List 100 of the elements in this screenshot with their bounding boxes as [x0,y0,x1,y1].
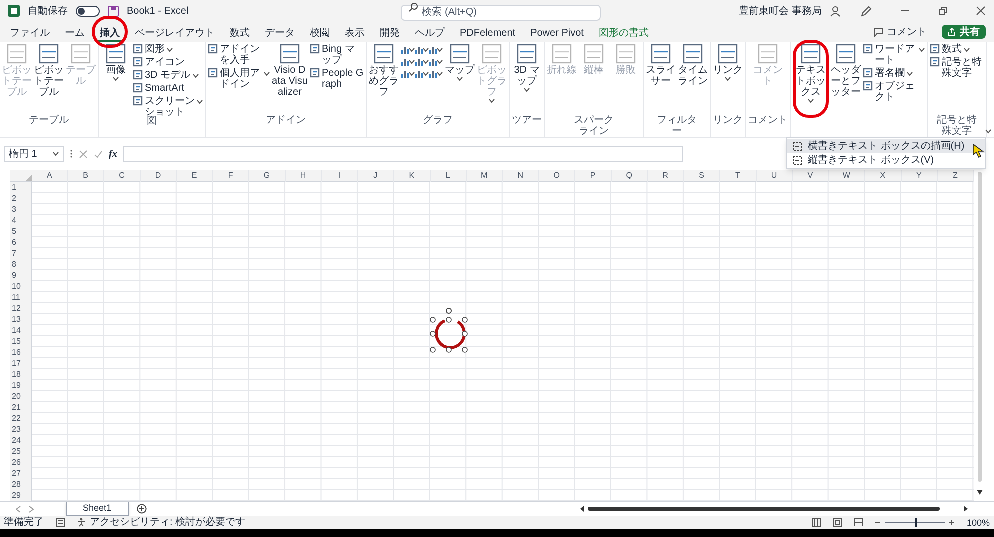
document-icon [71,44,91,64]
ribbon-button[interactable]: ヘッダーとフッター [831,42,861,98]
row-header: 21 [11,402,22,413]
plus-circle-icon [136,504,147,514]
chart-type-button[interactable] [415,58,429,66]
menu-item[interactable]: 縦書きテキスト ボックス(V) [787,153,985,167]
ribbon-button[interactable]: 3D マップ [512,42,542,92]
restore-icon [938,6,948,16]
add-sheet-button[interactable] [136,504,147,514]
column-header: V [792,170,830,182]
ribbon-button[interactable]: ワードアート [863,44,925,66]
column-header: R [648,170,684,182]
document-icon [106,44,126,64]
chart-type-button[interactable] [429,70,443,78]
chart-type-button[interactable] [401,46,415,54]
document-icon [7,44,27,64]
caret-icon [264,72,270,76]
row-header: 4 [11,215,18,226]
group-label: ツアー [512,115,542,126]
caret-icon [808,99,814,103]
caret-icon [437,72,443,76]
name-box-value: 楕円 1 [9,148,38,162]
menu-item[interactable]: 横書きテキスト ボックスの描画(H) [787,139,985,153]
ribbon-tab[interactable]: 校閲 [308,27,332,42]
row-header: 2 [11,193,18,204]
column-header: Z [938,170,974,182]
ribbon-tab[interactable]: Power Pivot [528,27,586,42]
caret-icon [457,77,463,81]
row-header: 8 [11,259,18,270]
ribbon-button[interactable]: 個人用アドイン [208,68,270,90]
ribbon-button[interactable]: ピボットテーブル [34,42,64,98]
ribbon-tab[interactable]: ページレイアウト [133,27,217,42]
formula-input[interactable] [123,146,684,162]
ribbon-tab[interactable]: ーム [63,27,87,42]
ribbon-button[interactable]: マップ [445,42,475,81]
row-header: 29 [11,490,22,501]
name-box[interactable]: 楕円 1 [4,146,64,162]
next-sheet-icon [29,506,34,512]
sheet-tab[interactable]: Sheet1 [66,502,129,516]
ribbon-button[interactable]: 記号と特殊文字 [930,57,984,79]
accessibility-icon [77,518,86,527]
document-icon [133,70,143,80]
ribbon-button[interactable]: 図形 [133,44,173,55]
ribbon-button[interactable]: タイムライン [678,42,708,87]
ribbon-button[interactable]: リンク [713,42,743,81]
function-label: fx [109,148,118,162]
search-field[interactable]: 検索 (Alt+Q) [401,4,602,20]
ribbon-button[interactable]: People Graph [310,68,364,90]
file-title: Book1 - Excel [127,4,189,18]
ribbon-button[interactable]: 3D モデル [133,70,199,81]
caret-icon [167,48,173,52]
column-header: H [286,170,322,182]
ribbon-tab[interactable]: 図形の書式 [596,27,651,42]
ribbon-tab[interactable]: データ [263,27,297,42]
column-header: L [430,170,467,182]
row-header: 28 [11,479,22,490]
comment-button[interactable]: コメント [870,24,931,40]
ribbon-button[interactable]: アドインを入手 [208,44,262,66]
ribbon-tab[interactable]: PDFelement [458,27,518,42]
share-button[interactable]: 共有 [942,25,986,39]
ribbon-button[interactable]: 数式 [930,44,970,55]
chart-type-button[interactable] [415,46,429,54]
row-header: 26 [11,457,22,468]
column-header: T [720,170,757,182]
ribbon-button[interactable]: オブジェクト [863,81,917,103]
row-header: 14 [11,325,22,336]
chart-type-button[interactable] [429,46,443,54]
document-icon [616,44,636,64]
column-header: M [466,170,503,182]
group-label: テーブル [29,115,69,126]
column-header: E [176,170,214,182]
ribbon-button[interactable]: アイコン [133,57,185,68]
autosave-toggle[interactable] [76,6,100,16]
column-header: P [575,170,612,182]
column-header: K [394,170,431,182]
ribbon-tab[interactable]: 開発 [378,27,402,42]
ribbon-button[interactable]: Bing マップ [310,44,364,66]
ribbon-tab[interactable]: ファイル [8,27,52,42]
ribbon-button[interactable]: 画像 [101,42,131,81]
ribbon-tab[interactable]: 表示 [343,27,367,42]
row-header: 22 [11,413,22,424]
ribbon-button[interactable]: 署名欄 [863,68,913,79]
ribbon-button[interactable]: おすすめグラフ [369,42,399,98]
ribbon-button[interactable]: スライサー [646,42,676,87]
document-icon [310,68,320,78]
ribbon-button[interactable]: Visio Data Visualizer [272,42,308,98]
chart-type-button[interactable] [429,58,443,66]
ribbon-tab[interactable]: ヘルプ [413,27,447,42]
document-icon [552,44,572,64]
chart-type-button[interactable] [401,70,415,78]
zoom-slider-thumb[interactable] [914,518,917,527]
row-header: 18 [11,369,22,380]
ribbon-tab[interactable]: 数式 [228,27,252,42]
group-label: アドイン [266,115,306,126]
ribbon-button[interactable]: テキストボックス [796,42,826,103]
column-header: D [140,170,177,182]
caret-icon [919,48,925,52]
chart-type-button[interactable] [415,70,429,78]
chart-type-button[interactable] [401,58,415,66]
ribbon-button[interactable]: SmartArt [133,83,184,94]
